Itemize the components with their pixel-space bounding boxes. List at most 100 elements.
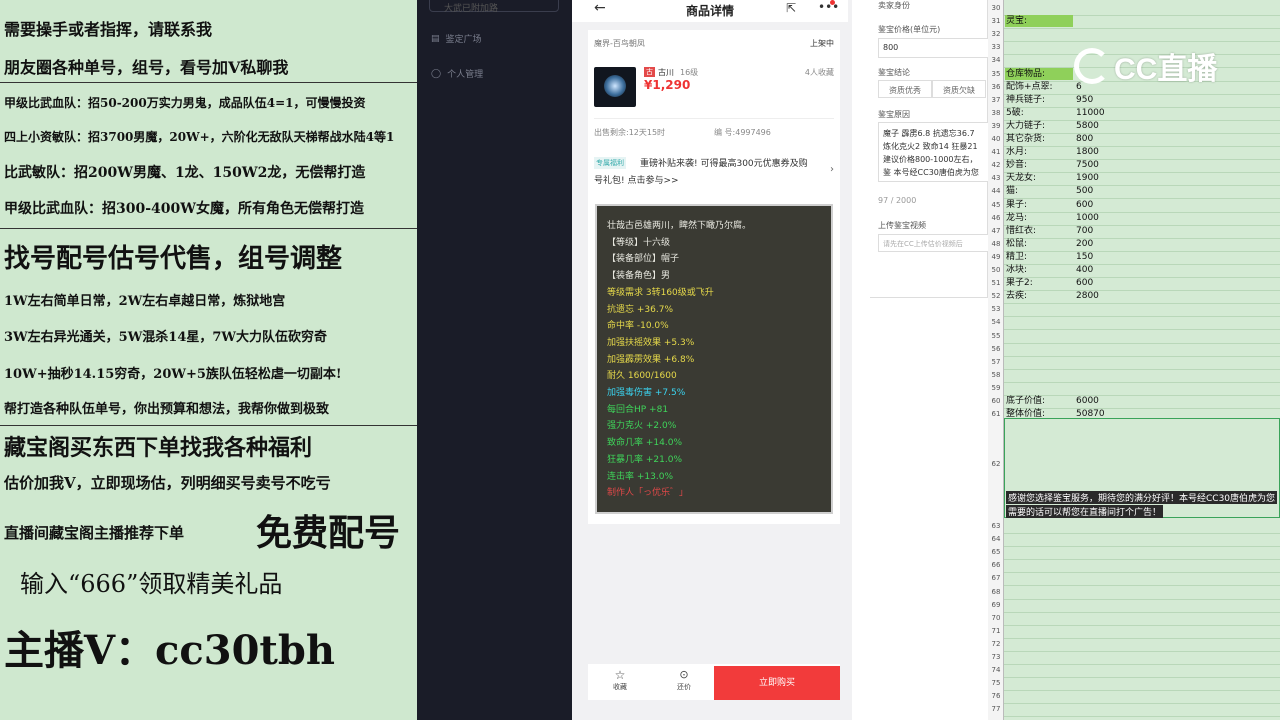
row-number: 39 [991, 121, 1001, 130]
row-number: 76 [991, 692, 1001, 701]
cell-value[interactable]: 2800 [1076, 290, 1099, 303]
cell-label[interactable]: 仓库物品: [1006, 68, 1045, 81]
cell-value[interactable]: 600 [1076, 277, 1093, 290]
grid-line [1004, 119, 1280, 121]
favorite-button[interactable]: ☆ 收藏 [600, 668, 640, 692]
more-icon[interactable]: ••• [818, 0, 839, 14]
promo-banner[interactable]: 专属福利 重磅补贴来袭! 可得最高300元优惠券及购号礼包! 点击参与>> › [588, 150, 840, 192]
grid-line [1004, 598, 1280, 600]
cell-value[interactable]: 700 [1076, 225, 1093, 238]
cell-value[interactable]: 1800 [1076, 146, 1099, 159]
row-number: 48 [991, 239, 1001, 248]
cell-label[interactable]: 猫: [1006, 185, 1018, 198]
reason-label: 鉴宝原因 [878, 110, 910, 119]
item-attribute-line: 致命几率 +14.0% [607, 438, 682, 449]
cell-label[interactable]: 配饰+点翠: [1006, 81, 1053, 94]
ad-line: 四上小资敏队：招3700男魔，20W+，六阶化无敌队天梯帮战水陆4等1 [4, 130, 395, 144]
grid-line [1004, 342, 1280, 344]
cell-label[interactable]: 大力链子: [1006, 120, 1045, 133]
share-icon[interactable]: ⇱ [786, 1, 796, 15]
row-number: 44 [991, 187, 1001, 196]
cell-label[interactable]: 妙音: [1006, 159, 1027, 172]
price-tag-icon: ⊙ [679, 668, 689, 681]
bargain-button[interactable]: ⊙ 还价 [664, 668, 704, 692]
bargain-label: 还价 [677, 683, 691, 691]
grid-line [1004, 664, 1280, 665]
cell-label[interactable]: 松鼠: [1006, 238, 1027, 251]
grid-line [1004, 146, 1280, 147]
ad-highlight: 免费配号 [256, 512, 401, 554]
sidebar-item-appraise[interactable]: ▤ 鉴定广场 [431, 32, 482, 46]
cell-value[interactable]: 950 [1076, 94, 1093, 107]
ad-line: 帮打造各种队伍单号，你出预算和想法，我帮你做到极致 [4, 402, 330, 417]
cell-label[interactable]: 天龙女: [1006, 172, 1036, 185]
cell-value[interactable]: 400 [1076, 264, 1093, 277]
seller-name: 古川 [658, 68, 674, 77]
item-attribute-line: 连击率 +13.0% [607, 471, 673, 482]
cell-label[interactable]: 神兵链子: [1006, 94, 1045, 107]
item-attribute-line: 加强毒伤害 +7.5% [607, 388, 686, 399]
row-number: 69 [991, 600, 1001, 609]
sidebar-item-label: 个人管理 [447, 70, 484, 80]
cell-label[interactable]: 惜红衣: [1006, 225, 1036, 238]
reason-textarea[interactable]: 魔子 霹雳6.8 抗遗忘36.7 炼化克火2 致命14 狂暴21 建议价格800… [878, 122, 990, 182]
video-upload-input[interactable]: 请先在CC上传估价视频后 [878, 234, 990, 252]
item-attribute-line: 狂暴几率 +21.0% [607, 454, 682, 465]
grid-line [1004, 290, 1280, 292]
sidebar-item-personal[interactable]: ◯ 个人管理 [431, 67, 484, 81]
cell-value[interactable]: 7500 [1076, 159, 1099, 172]
item-attribute-line: 强力克火 +2.0% [607, 421, 677, 432]
cons-option[interactable]: 资质欠缺 [932, 80, 986, 98]
appraise-icon: ▤ [431, 33, 440, 44]
ad-line: 比武敏队：招200W男魔、1龙、150W2龙，无偿帮打造 [4, 165, 366, 181]
cell-label[interactable]: 5破: [1006, 107, 1024, 120]
grid-line [1004, 250, 1280, 252]
ad-line: 直播间藏宝阁主播推荐下单 [4, 524, 185, 542]
cell-value[interactable]: 800 [1076, 133, 1093, 146]
cell-label[interactable]: 去疾: [1006, 290, 1027, 303]
product-card: 魔界-百鸟朝凤 上架中 古 古川 16级 4人收藏 ¥1,290 出售剩余:12… [588, 30, 840, 150]
grid-line [1004, 93, 1280, 95]
item-code: 编 号:4997496 [714, 128, 771, 137]
favorite-count: 4人收藏 [804, 68, 834, 77]
item-attribute-panel: 壮哉古邑雄两川，睥然下瞰乃尔腐。 【等级】十六级 【装备部位】帽子 【装备角色】男 等级… [595, 204, 833, 514]
cell-value[interactable]: 1900 [1076, 172, 1099, 185]
cell-value[interactable]: 600 [1076, 199, 1093, 212]
cell-value[interactable]: 11000 [1076, 107, 1105, 120]
cell-label[interactable]: 果子2: [1006, 277, 1033, 290]
grid-line [1004, 559, 1280, 561]
cell-label[interactable]: 冰块: [1006, 264, 1027, 277]
price-input[interactable]: 800 [878, 38, 990, 58]
cell-value[interactable]: 500 [1076, 185, 1093, 198]
row-number: 71 [991, 626, 1001, 635]
favorite-label: 收藏 [613, 683, 627, 691]
video-label: 上传鉴宝视频 [878, 221, 926, 230]
cell-label[interactable]: 水月: [1006, 146, 1027, 159]
promo-text: 重磅补贴来袭! 可得最高300元优惠券及购号礼包! 点击参与>> [594, 159, 808, 186]
grid-line [1004, 533, 1280, 534]
cell-label[interactable]: 底子价值: [1006, 395, 1045, 408]
cell-label[interactable]: 灵宝: [1006, 15, 1027, 28]
cell-value[interactable]: 200 [1076, 238, 1093, 251]
sidebar-search[interactable]: 大武已附加路 [429, 0, 559, 14]
grid-line [1004, 677, 1280, 679]
pros-option[interactable]: 资质优秀 [878, 80, 932, 98]
grid-line [1004, 381, 1280, 383]
cell-value[interactable]: 150 [1076, 251, 1093, 264]
ad-line: 1W左右简单日常，2W左右卓越日常，炼狱地宫 [4, 294, 286, 309]
grid-line [1004, 41, 1280, 43]
notification-dot [830, 0, 835, 5]
item-attribute-line: 【等级】十六级 [607, 237, 671, 248]
cell-label[interactable]: 龙马: [1006, 212, 1027, 225]
cell-label[interactable]: 精卫: [1006, 251, 1027, 264]
divider [0, 425, 417, 426]
cell-label[interactable]: 其它杂货: [1006, 133, 1045, 146]
buy-now-button[interactable]: 立即购买 [714, 666, 840, 700]
row-number: 77 [991, 705, 1001, 714]
cell-value[interactable]: 5800 [1076, 120, 1099, 133]
row-number: 52 [991, 292, 1001, 301]
cell-label[interactable]: 果子: [1006, 199, 1027, 212]
row-number: 42 [991, 161, 1001, 170]
cell-value[interactable]: 6000 [1076, 395, 1099, 408]
cell-value[interactable]: 1000 [1076, 212, 1099, 225]
